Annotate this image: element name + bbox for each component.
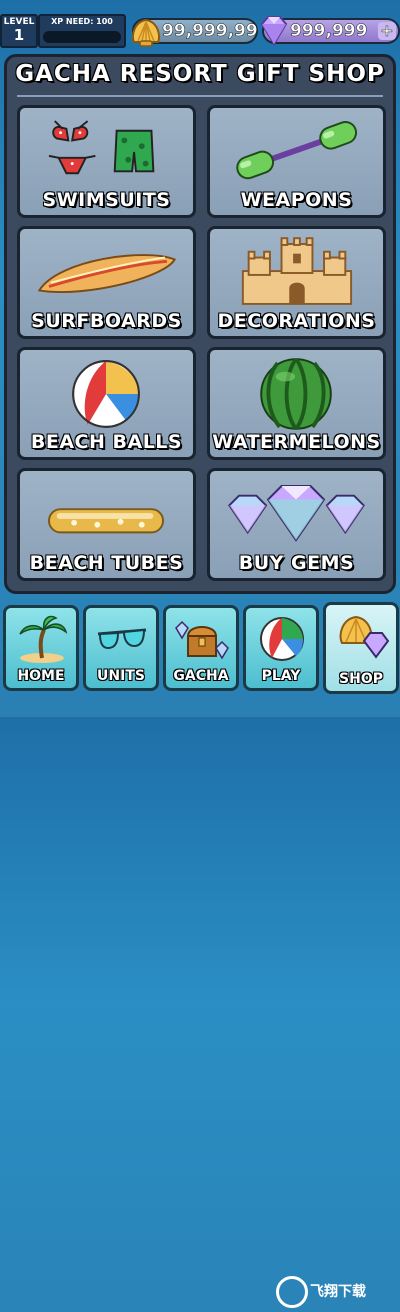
watermelons-label: WATERMELONS bbox=[212, 431, 381, 453]
level-box: LEVEL 1 bbox=[0, 14, 38, 48]
nav-play-button[interactable]: PLAY bbox=[243, 605, 319, 691]
nav-units-label: UNITS bbox=[97, 668, 145, 684]
surfboards-label: SURFBOARDS bbox=[31, 310, 182, 332]
nav-play-label: PLAY bbox=[261, 668, 301, 684]
gift-shop-panel: GACHA RESORT GIFT SHOP SWIMSUITS WEAPONS… bbox=[4, 54, 396, 594]
gems-value: 999,999 bbox=[290, 21, 368, 42]
gem-icon bbox=[260, 16, 288, 46]
beach-ball-icon bbox=[260, 617, 304, 661]
shell-gem-icon bbox=[339, 615, 390, 659]
shop-title: GACHA RESORT GIFT SHOP bbox=[15, 61, 385, 87]
bottom-navigation: HOME UNITS GACHA PLAY SHOP 飞翔下载 bbox=[0, 600, 400, 1308]
treasure-chest-icon bbox=[175, 620, 229, 660]
watermark: 飞翔下载 bbox=[274, 1272, 396, 1312]
nav-gacha-label: GACHA bbox=[173, 668, 229, 684]
sandcastle-icon bbox=[241, 237, 353, 305]
beach-balls-tile[interactable]: BEACH BALLS bbox=[17, 347, 196, 460]
shell-coin-icon bbox=[131, 18, 161, 47]
xp-progress-bar bbox=[43, 31, 121, 43]
nav-home-button[interactable]: HOME bbox=[3, 605, 79, 691]
watermelon-icon bbox=[260, 357, 332, 431]
nav-gacha-button[interactable]: GACHA bbox=[163, 605, 239, 691]
nav-units-button[interactable]: UNITS bbox=[83, 605, 159, 691]
surfboards-tile[interactable]: SURFBOARDS bbox=[17, 226, 196, 339]
palm-tree-icon bbox=[19, 615, 68, 663]
xp-box: XP NEED: 100 bbox=[38, 14, 126, 48]
sunglasses-icon bbox=[97, 628, 147, 650]
coins-counter[interactable]: 99,999,99 bbox=[131, 18, 258, 47]
top-hud: LEVEL 1 XP NEED: 100 99,999,99 999,999 + bbox=[0, 0, 400, 52]
watermark-logo-icon bbox=[276, 1276, 308, 1308]
swimsuits-label: SWIMSUITS bbox=[42, 189, 171, 211]
swimsuits-tile[interactable]: SWIMSUITS bbox=[17, 105, 196, 218]
buy-gems-label: BUY GEMS bbox=[238, 552, 355, 574]
nav-shop-label: SHOP bbox=[339, 671, 383, 687]
water-dumbbell-icon bbox=[236, 121, 358, 180]
beach-tubes-label: BEACH TUBES bbox=[29, 552, 184, 574]
watermark-text: 飞翔下载 bbox=[310, 1284, 366, 1300]
beach-balls-label: BEACH BALLS bbox=[30, 431, 183, 453]
weapons-label: WEAPONS bbox=[240, 189, 353, 211]
gems-counter[interactable]: 999,999 + bbox=[260, 16, 400, 46]
swimsuit-icon bbox=[48, 120, 155, 175]
xp-label: XP NEED: 100 bbox=[51, 17, 113, 26]
surfboard-icon bbox=[37, 254, 177, 293]
level-value: 1 bbox=[13, 26, 25, 44]
gems-icon bbox=[228, 485, 365, 542]
beach-tube-icon bbox=[48, 508, 165, 534]
weapons-tile[interactable]: WEAPONS bbox=[207, 105, 386, 218]
buy-gems-plus-button[interactable]: + bbox=[378, 21, 396, 40]
coins-value: 99,999,99 bbox=[162, 21, 258, 42]
nav-home-label: HOME bbox=[17, 668, 65, 684]
decorations-tile[interactable]: DECORATIONS bbox=[207, 226, 386, 339]
watermelons-tile[interactable]: WATERMELONS bbox=[207, 347, 386, 460]
title-divider bbox=[17, 95, 383, 97]
decorations-label: DECORATIONS bbox=[217, 310, 376, 332]
beach-tubes-tile[interactable]: BEACH TUBES bbox=[17, 468, 196, 581]
beach-ball-icon bbox=[72, 360, 140, 428]
buy-gems-tile[interactable]: BUY GEMS bbox=[207, 468, 386, 581]
nav-shop-button[interactable]: SHOP bbox=[323, 602, 399, 694]
